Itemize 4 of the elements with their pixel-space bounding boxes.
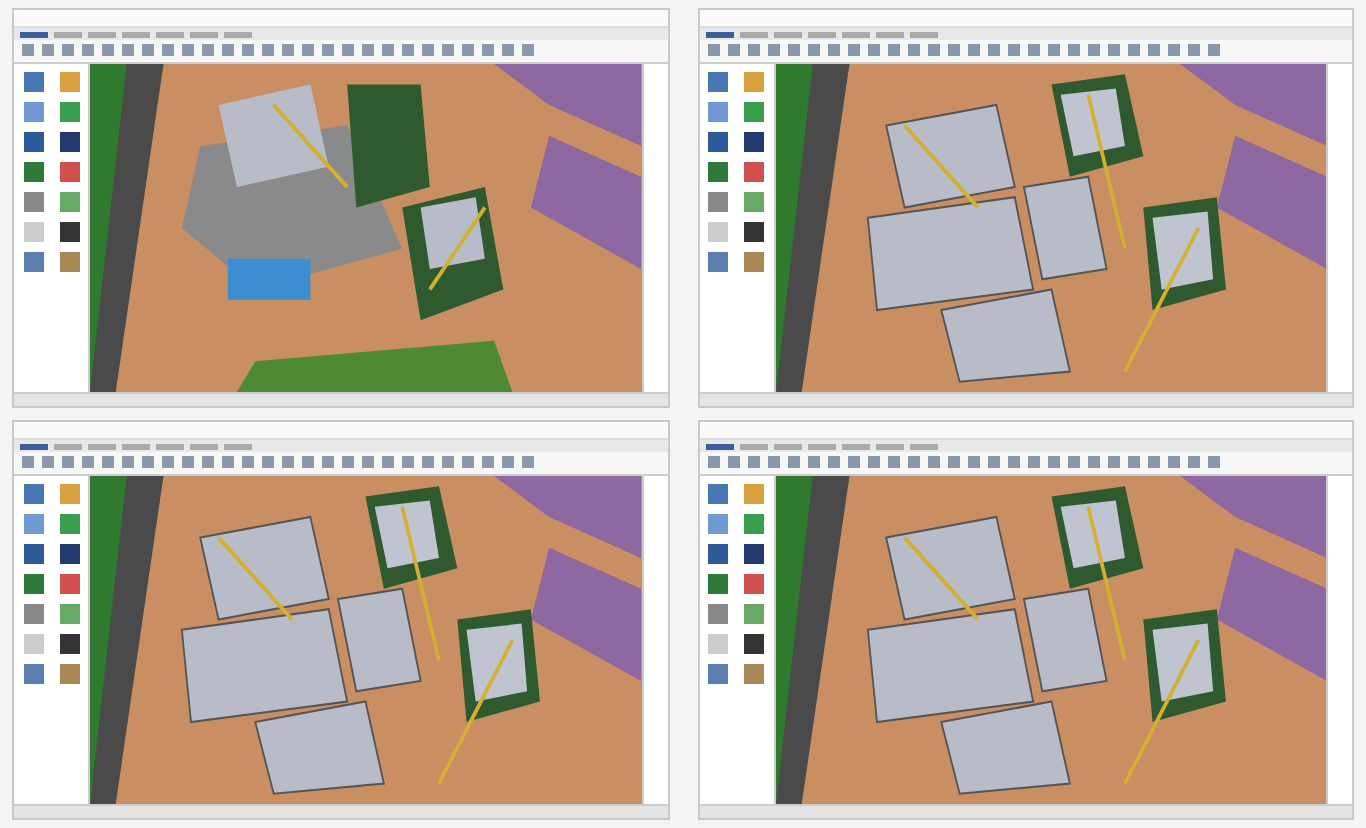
ribbon-tab[interactable] bbox=[705, 443, 733, 449]
ribbon-tab[interactable] bbox=[705, 31, 733, 37]
ribbon-tab[interactable] bbox=[20, 31, 48, 37]
ribbon-tab[interactable] bbox=[20, 443, 48, 449]
